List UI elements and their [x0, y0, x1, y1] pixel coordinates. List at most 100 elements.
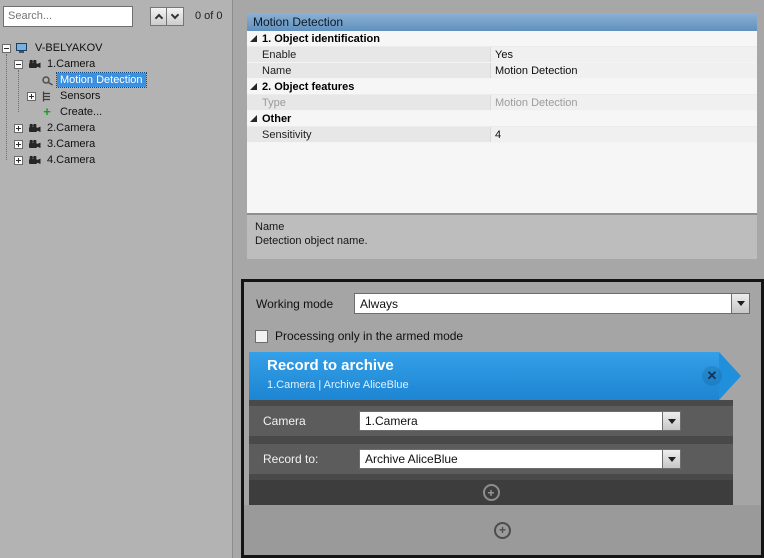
property-row-type: Type Motion Detection	[247, 95, 757, 111]
camera-icon	[27, 58, 41, 70]
close-action-button[interactable]: ✕	[702, 366, 722, 386]
search-prev-button[interactable]	[150, 7, 167, 26]
record-to-field-row: Record to: Archive AliceBlue	[249, 444, 733, 474]
record-to-archive-banner: Record to archive 1.Camera | Archive Ali…	[249, 352, 719, 400]
camera-dropdown[interactable]: 1.Camera	[359, 411, 681, 431]
motion-detection-icon	[40, 74, 54, 86]
collapse-triangle-icon[interactable]	[250, 35, 257, 42]
property-value[interactable]: 4	[490, 127, 757, 142]
description-text: Detection object name.	[255, 234, 749, 248]
row-gutter	[247, 127, 260, 142]
dropdown-arrow-icon	[668, 457, 676, 462]
search-result-counter: 0 of 0	[195, 10, 223, 22]
search-nav-buttons	[150, 7, 184, 26]
tree-item-label: V-BELYAKOV	[32, 41, 105, 55]
properties-panel: Motion Detection 1. Object identificatio…	[247, 13, 757, 259]
camera-field-row: Camera 1.Camera	[249, 406, 733, 436]
group-label: 2. Object features	[262, 81, 354, 93]
property-value[interactable]: Yes	[490, 47, 757, 62]
row-gutter	[247, 95, 260, 110]
description-title: Name	[255, 220, 749, 234]
property-description: Name Detection object name.	[247, 213, 757, 259]
close-icon: ✕	[707, 368, 718, 384]
expand-plus-icon[interactable]	[14, 156, 23, 165]
armed-mode-checkbox[interactable]	[255, 330, 268, 343]
property-value[interactable]: Motion Detection	[490, 63, 757, 78]
property-group-object-identification[interactable]: 1. Object identification	[247, 31, 757, 47]
property-grid: 1. Object identification Enable Yes Name…	[247, 31, 757, 213]
property-name: Enable	[260, 47, 490, 62]
banner-arrow-shape	[719, 352, 741, 400]
tree-item-label: 3.Camera	[44, 137, 98, 151]
dropdown-button[interactable]	[662, 412, 680, 430]
tree-item-label: Sensors	[57, 89, 103, 103]
property-value: Motion Detection	[490, 95, 757, 110]
camera-icon	[27, 122, 41, 134]
camera-label: Camera	[249, 414, 359, 428]
collapse-triangle-icon[interactable]	[250, 115, 257, 122]
group-label: Other	[262, 113, 291, 125]
plus-icon: +	[487, 487, 494, 499]
property-group-other[interactable]: Other	[247, 111, 757, 127]
tree-item-create[interactable]: + Create...	[0, 104, 232, 120]
plus-icon: +	[499, 524, 506, 536]
rule-footer: +	[244, 505, 761, 555]
collapse-triangle-icon[interactable]	[250, 83, 257, 90]
collapse-minus-icon[interactable]	[14, 60, 23, 69]
dropdown-arrow-icon	[737, 301, 745, 306]
add-parameter-row: +	[249, 480, 733, 505]
sensors-icon	[40, 90, 54, 102]
device-tree: V-BELYAKOV 1.Camera Motion Detection Sen…	[0, 40, 232, 558]
chevron-up-icon	[154, 13, 162, 21]
collapse-minus-icon[interactable]	[2, 44, 11, 53]
working-mode-label: Working mode	[256, 297, 333, 311]
row-gutter	[247, 47, 260, 62]
camera-icon	[27, 154, 41, 166]
action-title: Record to archive	[267, 357, 394, 374]
property-row-name: Name Motion Detection	[247, 63, 757, 79]
camera-value: 1.Camera	[360, 412, 662, 430]
tree-item-camera-1[interactable]: 1.Camera	[0, 56, 232, 72]
search-input[interactable]	[3, 6, 133, 27]
tree-item-label: 2.Camera	[44, 121, 98, 135]
tree-item-label: 4.Camera	[44, 153, 98, 167]
search-next-button[interactable]	[167, 7, 184, 26]
rule-settings-panel: Working mode Always Processing only in t…	[241, 279, 764, 558]
working-mode-value: Always	[355, 294, 731, 313]
property-group-object-features[interactable]: 2. Object features	[247, 79, 757, 95]
tree-item-label: 1.Camera	[44, 57, 98, 71]
expand-plus-icon[interactable]	[14, 124, 23, 133]
create-plus-icon: +	[40, 106, 54, 118]
armed-mode-row: Processing only in the armed mode	[255, 329, 463, 343]
record-to-label: Record to:	[249, 452, 359, 466]
property-grid-empty-area	[247, 143, 757, 213]
dropdown-button[interactable]	[662, 450, 680, 468]
tree-item-camera-4[interactable]: 4.Camera	[0, 152, 232, 168]
property-row-sensitivity: Sensitivity 4	[247, 127, 757, 143]
tree-item-camera-2[interactable]: 2.Camera	[0, 120, 232, 136]
row-gutter	[247, 63, 260, 78]
server-icon	[15, 42, 29, 54]
chevron-down-icon	[171, 11, 179, 19]
working-mode-dropdown[interactable]: Always	[354, 293, 750, 314]
tree-item-label: Create...	[57, 105, 105, 119]
expand-plus-icon[interactable]	[14, 140, 23, 149]
action-parameters-panel: Camera 1.Camera Record to: Archive Alice…	[249, 400, 733, 505]
add-parameter-button[interactable]: +	[483, 484, 500, 501]
record-to-dropdown[interactable]: Archive AliceBlue	[359, 449, 681, 469]
tree-item-sensors[interactable]: Sensors	[0, 88, 232, 104]
property-row-enable: Enable Yes	[247, 47, 757, 63]
dropdown-button[interactable]	[731, 294, 749, 313]
property-name: Sensitivity	[260, 127, 490, 142]
property-name: Name	[260, 63, 490, 78]
tree-item-camera-3[interactable]: 3.Camera	[0, 136, 232, 152]
property-name: Type	[260, 95, 490, 110]
tree-item-server[interactable]: V-BELYAKOV	[0, 40, 232, 56]
armed-mode-label: Processing only in the armed mode	[275, 329, 463, 343]
expand-plus-icon[interactable]	[27, 92, 36, 101]
tree-item-motion-detection[interactable]: Motion Detection	[0, 72, 232, 88]
object-tree-panel: 0 of 0 V-BELYAKOV 1.Camera Motion Detect…	[0, 0, 233, 558]
add-action-button[interactable]: +	[494, 522, 511, 539]
search-bar: 0 of 0	[0, 0, 232, 32]
record-to-value: Archive AliceBlue	[360, 450, 662, 468]
